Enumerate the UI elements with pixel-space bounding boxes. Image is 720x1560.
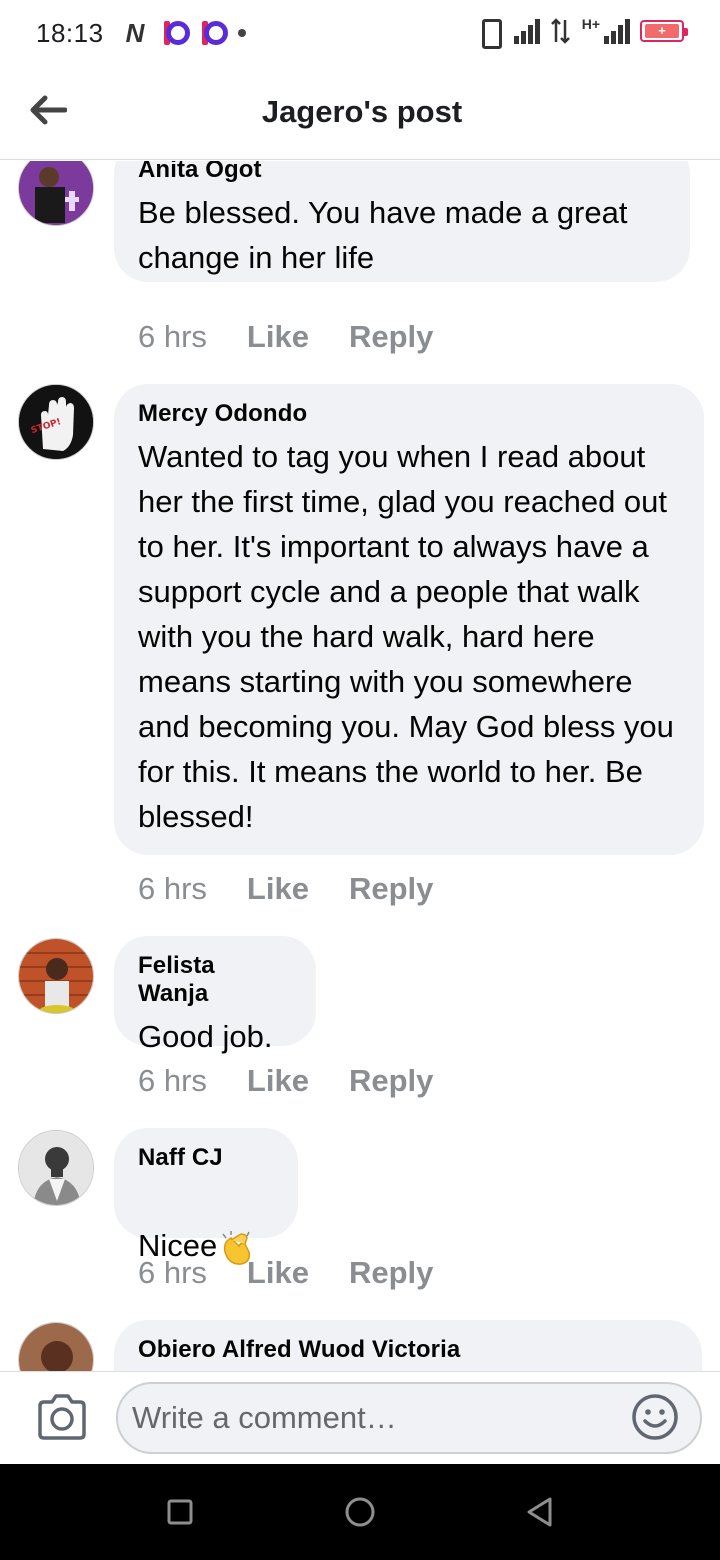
battery-icon: + bbox=[640, 20, 688, 42]
avatar[interactable] bbox=[18, 1322, 94, 1371]
comment-actions: 6 hrs Like Reply bbox=[138, 871, 433, 907]
comment-author[interactable]: Anita Ogot bbox=[138, 161, 664, 184]
comment-text: Be blessed. You have made a great change… bbox=[138, 195, 628, 275]
comment-composer bbox=[0, 1371, 720, 1464]
comment-bubble[interactable]: Felista Wanja Good job. bbox=[114, 936, 316, 1054]
page-title: Jagero's post bbox=[261, 94, 463, 129]
app-notification-icon bbox=[162, 21, 191, 45]
comment-timestamp: 6 hrs bbox=[138, 319, 207, 354]
comment-bubble[interactable]: Obiero Alfred Wuod Victoria bbox=[114, 1320, 702, 1371]
comment-author[interactable]: Mercy Odondo bbox=[138, 400, 678, 428]
comment-timestamp: 6 hrs bbox=[138, 1255, 207, 1290]
comment-text: Good job. bbox=[138, 1019, 273, 1054]
more-notifications-icon bbox=[238, 29, 247, 37]
reply-button[interactable]: Reply bbox=[349, 1063, 433, 1099]
data-transfer-icon bbox=[550, 18, 570, 44]
reply-button[interactable]: Reply bbox=[349, 871, 433, 907]
like-button[interactable]: Like bbox=[247, 1063, 309, 1099]
comment-author[interactable]: Obiero Alfred Wuod Victoria bbox=[138, 1336, 676, 1364]
like-button[interactable]: Like bbox=[247, 871, 309, 907]
comment-actions: 6 hrs Like Reply bbox=[138, 1063, 433, 1099]
comment-bubble[interactable]: Anita Ogot Be blessed. You have made a g… bbox=[114, 161, 690, 282]
comment-actions: 6 hrs Like Reply bbox=[138, 1255, 433, 1291]
app-notification-icon-2 bbox=[200, 21, 229, 45]
signal-icon bbox=[513, 18, 540, 44]
avatar[interactable] bbox=[18, 161, 94, 226]
status-bar: 18:13 N H+ + bbox=[0, 0, 720, 66]
triangle-back-icon bbox=[527, 1497, 552, 1527]
netflix-notification-icon: N bbox=[125, 17, 145, 48]
avatar-image bbox=[19, 1323, 93, 1371]
network-type-label: H+ bbox=[581, 16, 600, 32]
comment-input[interactable] bbox=[116, 1382, 702, 1454]
like-button[interactable]: Like bbox=[247, 319, 309, 355]
post-header: Jagero's post bbox=[0, 66, 720, 160]
like-button[interactable]: Like bbox=[247, 1255, 309, 1291]
smiley-icon bbox=[632, 1394, 678, 1440]
square-icon bbox=[167, 1499, 193, 1525]
comment-author[interactable]: Felista Wanja bbox=[138, 952, 290, 1008]
vibrate-icon bbox=[474, 16, 504, 49]
avatar[interactable] bbox=[18, 1130, 94, 1206]
emoji-button[interactable] bbox=[630, 1392, 680, 1442]
avatar-image bbox=[19, 1131, 93, 1205]
comment-actions: 6 hrs Like Reply bbox=[138, 319, 433, 355]
comment-timestamp: 6 hrs bbox=[138, 871, 207, 906]
comment-bubble[interactable]: Mercy Odondo Wanted to tag you when I re… bbox=[114, 384, 704, 855]
circle-icon bbox=[345, 1497, 375, 1527]
battery-charge-indicator: + bbox=[645, 24, 679, 38]
notification-icons: N bbox=[126, 18, 247, 49]
reply-button[interactable]: Reply bbox=[349, 1255, 433, 1291]
avatar[interactable] bbox=[18, 938, 94, 1014]
avatar-image: STOP! bbox=[19, 385, 93, 459]
recents-button[interactable] bbox=[162, 1494, 198, 1530]
comment-timestamp: 6 hrs bbox=[138, 1063, 207, 1098]
reply-button[interactable]: Reply bbox=[349, 319, 433, 355]
back-nav-button[interactable] bbox=[522, 1494, 558, 1530]
system-icons: H+ + bbox=[474, 16, 688, 49]
system-navigation-bar bbox=[0, 1464, 720, 1560]
status-time: 18:13 bbox=[36, 17, 104, 48]
home-button[interactable] bbox=[342, 1494, 378, 1530]
comment-text: Wanted to tag you when I read about her … bbox=[138, 439, 674, 834]
avatar-image bbox=[19, 161, 93, 225]
signal-icon-2 bbox=[604, 18, 630, 44]
comment-author[interactable]: Naff CJ bbox=[138, 1144, 272, 1172]
avatar[interactable]: STOP! bbox=[18, 384, 94, 460]
comments-list[interactable]: Anita Ogot Be blessed. You have made a g… bbox=[0, 161, 720, 1371]
comment-bubble[interactable]: Naff CJ Nicee bbox=[114, 1128, 298, 1265]
camera-icon bbox=[38, 1394, 86, 1440]
avatar-image bbox=[19, 939, 93, 1013]
camera-button[interactable] bbox=[36, 1394, 88, 1440]
